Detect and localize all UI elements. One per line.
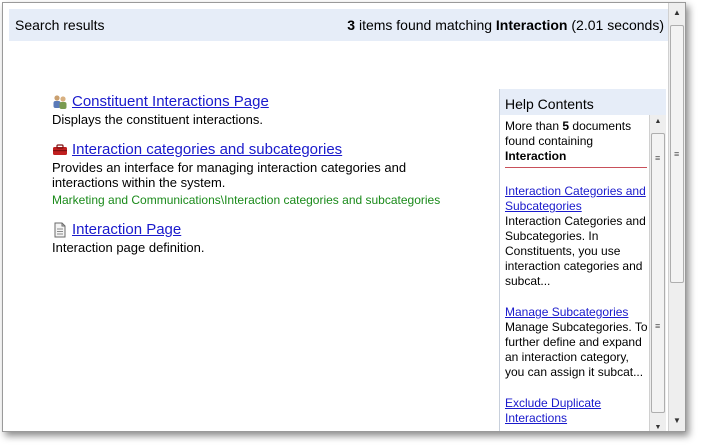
main-scrollbar[interactable]: ▲ ≡ ▼ xyxy=(668,3,685,431)
help-entry-text: Manage Subcategories. To further define … xyxy=(505,320,648,379)
help-entry: Exclude Duplicate Interactions xyxy=(505,396,649,426)
results-summary: 3 items found matching Interaction (2.01… xyxy=(347,17,664,33)
results-header: Search results 3 items found matching In… xyxy=(9,9,668,41)
help-summary: More than 5 documents found containing I… xyxy=(505,119,647,168)
help-entry-text: Interaction Categories and Subcategories… xyxy=(505,214,646,288)
help-entry: Interaction Categories and Subcategories… xyxy=(505,184,649,289)
result-description: Interaction page definition. xyxy=(52,240,205,255)
people-icon xyxy=(52,94,68,110)
result-link-interaction-categories[interactable]: Interaction categories and subcategories xyxy=(72,141,342,158)
toolbox-icon xyxy=(52,142,68,158)
help-scroll-thumb[interactable]: ≡ ≡ xyxy=(651,133,665,413)
result-description: Provides an interface for managing inter… xyxy=(52,160,407,190)
result-item: Interaction categories and subcategories… xyxy=(52,141,472,207)
help-scrollbar[interactable]: ▲ ≡ ≡ ▼ xyxy=(649,115,666,431)
result-count: 3 xyxy=(347,17,356,33)
main-scroll-thumb[interactable]: ≡ xyxy=(670,25,684,283)
grip-icon: ≡ xyxy=(655,321,661,331)
result-item: Constituent Interactions Page Displays t… xyxy=(52,93,472,127)
result-link-interaction-page[interactable]: Interaction Page xyxy=(72,221,181,238)
scroll-up-arrow-icon[interactable]: ▲ xyxy=(669,5,685,21)
help-contents-panel: Help Contents More than 5 documents foun… xyxy=(499,89,666,431)
result-link-constituent-interactions-page[interactable]: Constituent Interactions Page xyxy=(72,93,269,110)
page-icon xyxy=(52,222,68,238)
help-link-interaction-categories[interactable]: Interaction Categories and Subcategories xyxy=(505,184,646,213)
results-list: Constituent Interactions Page Displays t… xyxy=(52,93,472,269)
result-item: Interaction Page Interaction page defini… xyxy=(52,221,472,255)
search-query: Interaction xyxy=(495,17,568,33)
help-link-exclude-duplicate-interactions[interactable]: Exclude Duplicate Interactions xyxy=(505,396,601,425)
help-entry: Manage Subcategories Manage Subcategorie… xyxy=(505,305,649,380)
scroll-down-arrow-icon[interactable]: ▼ xyxy=(669,413,685,429)
search-results-window: Search results 3 items found matching In… xyxy=(2,2,686,432)
page-title: Search results xyxy=(15,17,105,33)
help-panel-body: More than 5 documents found containing I… xyxy=(500,115,649,431)
scroll-down-arrow-icon[interactable]: ▼ xyxy=(650,421,666,431)
grip-icon: ≡ xyxy=(655,153,661,163)
grip-icon: ≡ xyxy=(674,149,680,159)
result-description: Displays the constituent interactions. xyxy=(52,112,263,127)
help-link-manage-subcategories[interactable]: Manage Subcategories xyxy=(505,305,628,319)
result-path: Marketing and Communications\Interaction… xyxy=(52,193,441,207)
scroll-up-arrow-icon[interactable]: ▲ xyxy=(650,115,666,129)
help-panel-title: Help Contents xyxy=(500,89,666,115)
